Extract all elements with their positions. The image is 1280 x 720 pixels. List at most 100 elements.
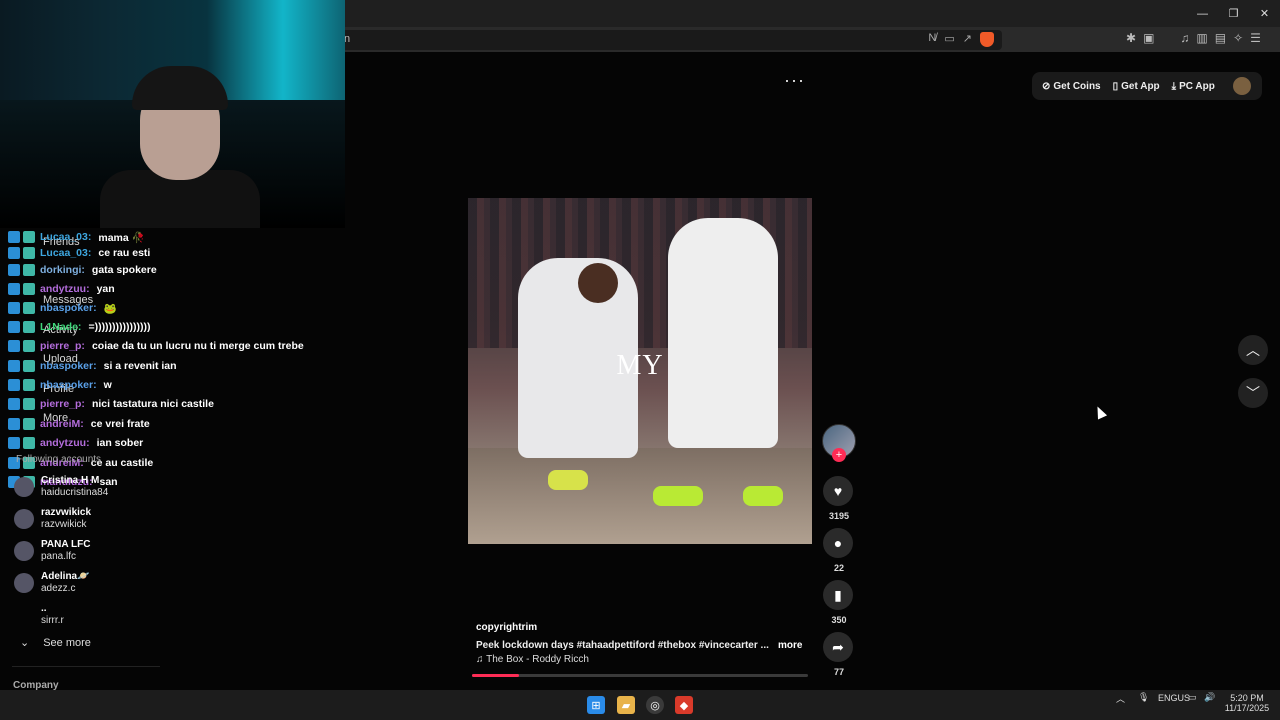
chat-badge-icon [23, 379, 35, 391]
following-account-item[interactable]: PANA LFC pana.lfc [14, 536, 90, 566]
profile-avatar[interactable] [1232, 77, 1251, 95]
avatar [14, 573, 34, 593]
chevron-down-icon: ⌄ [20, 637, 30, 649]
brave-shield-icon[interactable] [980, 32, 994, 47]
like-button[interactable]: ♥ [823, 476, 853, 506]
video-overlay-text: MY [616, 350, 664, 381]
account-names: Cristina H Mhaiducristina84 [41, 475, 108, 499]
windows-start-icon[interactable]: ⊞ [587, 696, 605, 714]
video-progress-bar[interactable] [472, 674, 808, 677]
chevron-up-icon: ︿ [1246, 342, 1260, 358]
tab-icon[interactable]: ▣ [1143, 31, 1154, 45]
windows-taskbar [0, 690, 1280, 720]
bookmark-icon: ▮ [834, 586, 842, 603]
video-author[interactable]: copyrightrim [476, 622, 537, 633]
obs-icon[interactable]: ◎ [646, 696, 664, 714]
chat-username[interactable]: pierre_p: [40, 340, 85, 352]
get-coins-button[interactable]: ⊘ Get Coins [1042, 81, 1101, 92]
video-description: Peek lockdown days #tahaadpettiford #the… [476, 640, 769, 651]
chat-badge-icon [8, 437, 20, 449]
share-button[interactable]: ➦ [823, 632, 853, 662]
video-music[interactable]: ♫ The Box - Roddy Ricch [476, 654, 589, 665]
account-display-name: Adelina🪐 [41, 571, 90, 582]
chat-username[interactable]: L1Nade: [40, 321, 81, 333]
cast-icon[interactable]: ▭ [944, 32, 954, 47]
webcam-overlay [0, 0, 345, 228]
chat-badge-icon [23, 264, 35, 276]
close-button[interactable]: ✕ [1249, 0, 1280, 27]
follow-plus-icon[interactable]: + [832, 448, 846, 462]
tray-overflow-icon[interactable]: ︿ [1116, 692, 1125, 705]
more-options-icon[interactable]: ··· [784, 70, 805, 91]
chat-message: andreiM: ce vrei frate [8, 415, 150, 433]
chat-username[interactable]: nbaspoker: [40, 379, 97, 391]
chat-username[interactable]: pierre_p: [40, 398, 85, 410]
previous-video-button[interactable]: ︿ [1238, 335, 1268, 365]
chat-username[interactable]: andytzuu: [40, 283, 90, 295]
avatar [14, 541, 34, 561]
save-button[interactable]: ▮ [823, 580, 853, 610]
following-account-item[interactable]: .. sirrr.r [14, 600, 64, 630]
see-more-button[interactable]: ⌄ See more [20, 636, 91, 650]
chat-username[interactable]: nbaspoker: [40, 302, 97, 314]
chat-username[interactable]: andreiM: [40, 418, 84, 430]
chat-badge-icon [8, 360, 20, 372]
video-player[interactable]: MY [468, 198, 812, 544]
following-account-item[interactable]: razvwikick razvwikick [14, 504, 91, 534]
chat-username[interactable]: Lucaa_03: [40, 247, 91, 259]
microphone-icon[interactable]: 🎙 [1138, 692, 1149, 703]
video-player-figure [668, 218, 778, 448]
chat-username[interactable]: nbaspoker: [40, 360, 97, 372]
chat-text: =)))))))))))))))) [88, 321, 151, 333]
phone-icon: ▯ [1112, 80, 1119, 92]
chat-badge-icon [23, 360, 35, 372]
media-icon[interactable]: ♫ [1180, 31, 1189, 45]
share-arrow-icon: ➦ [832, 638, 844, 655]
chat-username[interactable]: dorkingi: [40, 264, 85, 276]
chat-badge-icon [8, 247, 20, 259]
taskbar-clock[interactable]: 5:20 PM 11/17/2025 [1222, 693, 1272, 713]
leo-icon[interactable]: ✧ [1233, 31, 1243, 45]
comment-count: 22 [833, 563, 844, 573]
chat-username[interactable]: Lucaa_03: [40, 231, 91, 243]
avatar [14, 605, 34, 625]
minimize-button[interactable]: — [1187, 0, 1218, 27]
pc-app-button[interactable]: ⤓ PC App [1172, 81, 1215, 92]
address-bar[interactable]: n N̸ ▭ ↗ [330, 30, 1002, 50]
language-indicator[interactable]: ENG US [1158, 693, 1190, 703]
menu-icon[interactable]: ☰ [1250, 31, 1261, 45]
webcam-person-cap [132, 66, 228, 110]
chat-text: gata spokere [91, 264, 157, 276]
brave-browser-icon[interactable]: ◆ [675, 696, 693, 714]
chat-username[interactable]: andytzuu: [40, 437, 90, 449]
volume-icon[interactable]: 🔊 [1204, 692, 1215, 703]
sidebar-divider [12, 666, 160, 667]
file-explorer-icon[interactable]: ▰ [617, 696, 635, 714]
network-icon[interactable]: ▭ [1188, 692, 1197, 703]
chat-badge-icon [23, 302, 35, 314]
address-bar-icons: N̸ ▭ ↗ [928, 32, 994, 47]
chat-message: pierre_p: nici tastatura nici castile [8, 395, 214, 413]
chat-text: mama 🥀 [98, 231, 145, 244]
top-right-actions: ⊘ Get Coins ▯ Get App ⤓ PC App [1032, 72, 1262, 100]
extensions-icon[interactable]: ✱ [1126, 31, 1136, 45]
chat-text: coiae da tu un lucru nu ti merge cum tre… [91, 340, 304, 352]
coin-icon: ⊘ [1042, 80, 1051, 92]
share-icon[interactable]: ↗ [963, 32, 972, 47]
comment-button[interactable]: ● [823, 528, 853, 558]
tracking-icon[interactable]: N̸ [928, 32, 936, 47]
chat-text: ce vrei frate [90, 418, 150, 430]
restore-button[interactable]: ❐ [1218, 0, 1249, 27]
following-account-item[interactable]: Cristina H Mhaiducristina84 [14, 472, 108, 502]
get-app-button[interactable]: ▯ Get App [1113, 81, 1160, 92]
chat-badge-icon [23, 247, 35, 259]
avatar [14, 477, 34, 497]
following-account-item[interactable]: Adelina🪐 adezz.c [14, 568, 90, 598]
caption-more-button[interactable]: more [778, 640, 802, 651]
video-shoe [548, 470, 588, 490]
sidebar-icon[interactable]: ▥ [1196, 31, 1207, 45]
wallet-icon[interactable]: ▤ [1215, 31, 1226, 45]
mouse-cursor [1092, 404, 1108, 420]
company-link[interactable]: Company [13, 680, 59, 690]
next-video-button[interactable]: ﹀ [1238, 378, 1268, 408]
